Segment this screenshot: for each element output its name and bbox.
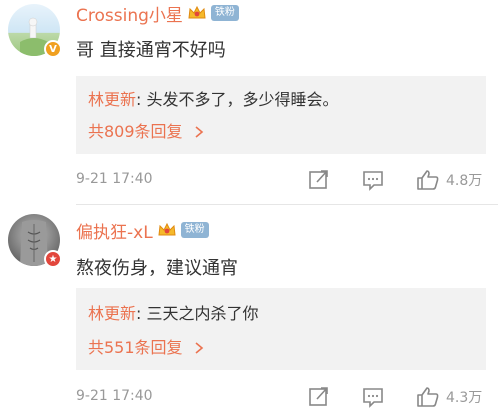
fan-tag: 铁粉 [180, 222, 209, 238]
like-button[interactable]: 4.3万 [416, 385, 482, 409]
comment-item: ★ 偏执狂-xL 铁粉 熬夜伤身，建议通宵 林更新: 三天之内杀了你 共551条… [0, 210, 498, 419]
chevron-right-icon [195, 342, 203, 354]
comment-item: V Crossing小星 铁粉 哥 直接通宵不好吗 林更新: 头发不多了，多少得… [0, 0, 498, 200]
like-button[interactable]: 4.8万 [416, 168, 482, 192]
like-icon [417, 170, 439, 190]
verified-badge-icon: ★ [44, 250, 62, 268]
like-count: 4.8万 [446, 173, 483, 189]
reply-author[interactable]: 林更新 [88, 304, 136, 323]
fan-tag: 铁粉 [210, 5, 239, 21]
share-icon [309, 170, 328, 189]
comment-icon [363, 171, 383, 191]
comment-text: 哥 直接通宵不好吗 [76, 40, 226, 61]
reply-box[interactable]: 林更新: 三天之内杀了你 共551条回复 [76, 288, 486, 370]
timestamp: 9-21 17:40 [76, 388, 153, 404]
avatar[interactable]: V [8, 4, 62, 58]
comment-button[interactable] [362, 168, 384, 192]
reply-author[interactable]: 林更新 [88, 90, 136, 109]
username[interactable]: Crossing小星 [76, 1, 183, 26]
reply-preview: 林更新: 头发不多了，多少得睡会。 [88, 90, 339, 109]
reply-preview: 林更新: 三天之内杀了你 [88, 304, 259, 323]
crown-icon [188, 5, 206, 19]
like-count: 4.3万 [446, 390, 483, 406]
crown-icon [158, 222, 176, 236]
reply-text: 三天之内杀了你 [146, 304, 259, 323]
comment-button[interactable] [362, 385, 384, 409]
divider [76, 204, 498, 205]
more-replies-link[interactable]: 共809条回复 [88, 118, 204, 142]
like-icon [417, 387, 439, 407]
reply-box[interactable]: 林更新: 头发不多了，多少得睡会。 共809条回复 [76, 76, 486, 154]
share-button[interactable] [308, 168, 330, 192]
comment-footer: 9-21 17:40 4.8万 [76, 168, 486, 192]
username[interactable]: 偏执狂-xL [76, 218, 153, 243]
avatar[interactable]: ★ [8, 214, 62, 268]
share-button[interactable] [308, 385, 330, 409]
timestamp: 9-21 17:40 [76, 171, 153, 187]
more-replies-link[interactable]: 共551条回复 [88, 334, 204, 358]
comment-text: 熬夜伤身，建议通宵 [76, 258, 238, 279]
verified-badge-icon: V [44, 40, 62, 58]
share-icon [309, 387, 328, 406]
chevron-right-icon [195, 126, 203, 138]
comment-footer: 9-21 17:40 4.3万 [76, 385, 486, 409]
reply-text: 头发不多了，多少得睡会。 [146, 90, 339, 109]
comment-icon [363, 388, 383, 408]
